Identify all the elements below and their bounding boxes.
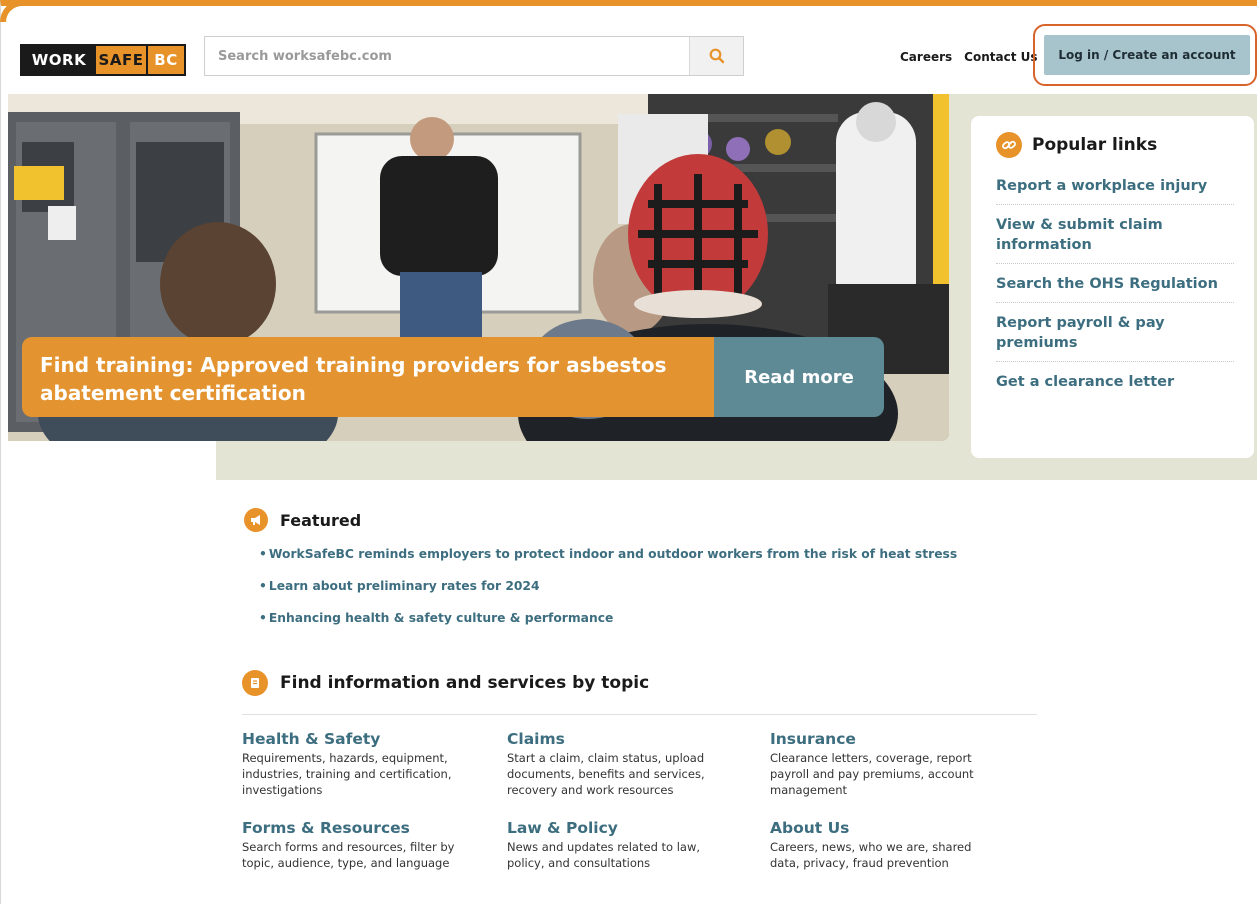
search-input[interactable] [205,37,689,75]
logo-bc-text: BC [146,46,184,74]
featured-list: WorkSafeBC reminds employers to protect … [244,546,1044,626]
search-icon [709,48,724,64]
popular-links-panel: Popular links Report a workplace injury … [971,116,1254,458]
topic-title[interactable]: Law & Policy [507,818,770,838]
topic-description: Requirements, hazards, equipment, indust… [242,751,452,797]
featured-section: Featured WorkSafeBC reminds employers to… [244,508,1044,642]
topics-heading: Find information and services by topic [242,670,1037,715]
read-more-button[interactable]: Read more [714,337,884,417]
popular-link-clearance[interactable]: Get a clearance letter [996,362,1234,400]
topic-forms-resources: Forms & Resources Search forms and resou… [242,818,507,871]
worksafebc-logo[interactable]: WORK SAFE BC [20,44,186,76]
contact-us-link[interactable]: Contact Us [964,50,1037,64]
topic-title[interactable]: Forms & Resources [242,818,507,838]
logo-safe-text: SAFE [96,46,146,74]
topic-claims: Claims Start a claim, claim status, uplo… [507,729,770,798]
featured-heading: Featured [244,508,1044,532]
topic-description: Search forms and resources, filter by to… [242,840,455,870]
topic-title[interactable]: Claims [507,729,770,749]
topics-title: Find information and services by topic [280,673,650,693]
topic-description: Clearance letters, coverage, report payr… [770,751,974,797]
featured-title: Featured [280,510,362,530]
popular-links-heading: Popular links [996,132,1234,158]
logo-work-text: WORK [22,46,96,74]
topic-insurance: Insurance Clearance letters, coverage, r… [770,729,1037,798]
topics-section: Find information and services by topic H… [242,670,1037,871]
search-button[interactable] [689,37,743,75]
topic-description: News and updates related to law, policy,… [507,840,701,870]
topic-law-policy: Law & Policy News and updates related to… [507,818,770,871]
megaphone-icon [244,508,268,532]
careers-link[interactable]: Careers [900,50,952,64]
featured-item-safety-culture[interactable]: Enhancing health & safety culture & perf… [259,610,1044,626]
popular-link-ohs-regulation[interactable]: Search the OHS Regulation [996,264,1234,303]
login-create-account-button[interactable]: Log in / Create an account [1044,35,1250,75]
popular-link-report-injury[interactable]: Report a workplace injury [996,166,1234,205]
top-links: Careers Contact Us [900,50,1038,64]
topic-title[interactable]: Health & Safety [242,729,507,749]
popular-link-view-claim[interactable]: View & submit claim information [996,205,1234,264]
topic-description: Careers, news, who we are, shared data, … [770,840,972,870]
topic-about-us: About Us Careers, news, who we are, shar… [770,818,1037,871]
topic-title[interactable]: About Us [770,818,1037,838]
search-box [204,36,744,76]
topic-title[interactable]: Insurance [770,729,1037,749]
featured-item-heat-stress[interactable]: WorkSafeBC reminds employers to protect … [259,546,1044,562]
hero-caption[interactable]: Find training: Approved training provide… [22,337,714,417]
topic-description: Start a claim, claim status, upload docu… [507,751,705,797]
featured-item-preliminary-rates[interactable]: Learn about preliminary rates for 2024 [259,578,1044,594]
popular-links-title: Popular links [1032,135,1158,155]
topics-grid: Health & Safety Requirements, hazards, e… [242,729,1037,871]
link-icon [996,132,1022,158]
popular-link-payroll[interactable]: Report payroll & pay premiums [996,303,1234,362]
document-icon [242,670,268,696]
topic-health-safety: Health & Safety Requirements, hazards, e… [242,729,507,798]
